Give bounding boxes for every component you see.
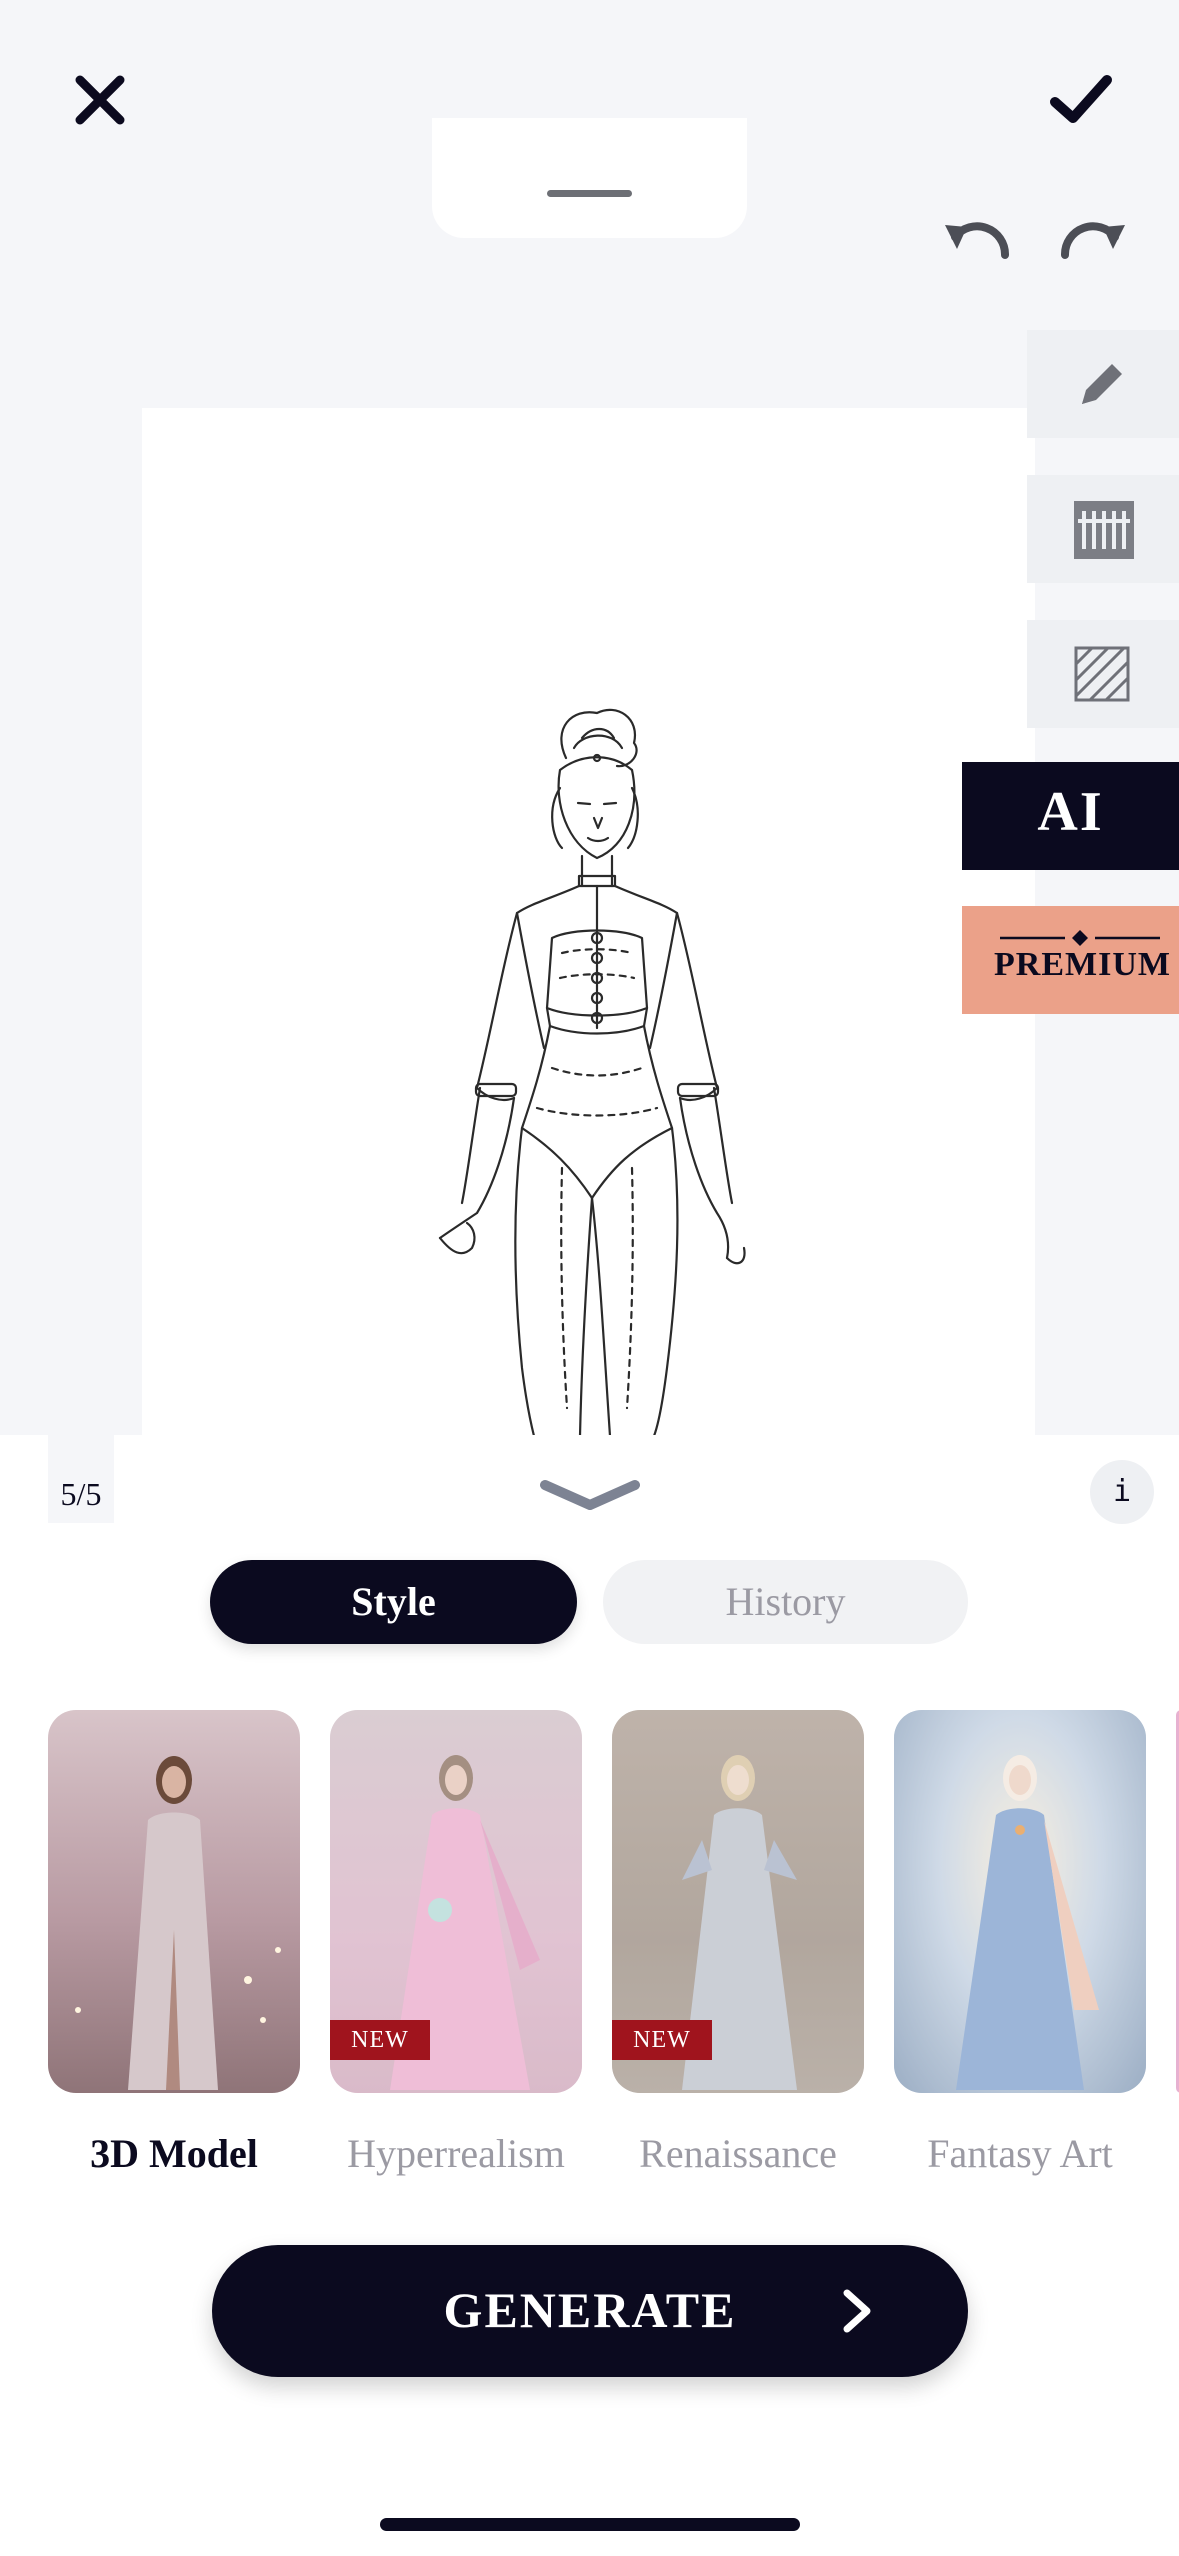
style-label-renaissance: Renaissance [639, 2131, 837, 2176]
style-label-hyperrealism: Hyperrealism [347, 2131, 565, 2176]
premium-tab-label: PREMIUM [994, 946, 1171, 983]
checkmark-icon [1050, 75, 1112, 123]
redo-button[interactable] [1055, 205, 1135, 275]
style-label-fantasy-art: Fantasy Art [927, 2131, 1113, 2176]
diamond-icon [1000, 930, 1160, 946]
style-card-3d-model[interactable] [48, 1710, 300, 2093]
fabric-tool-tab[interactable] [1027, 475, 1179, 583]
tab-history[interactable]: History [603, 1560, 968, 1644]
pencil-icon [1082, 364, 1122, 404]
premium-tab[interactable]: PREMIUM [962, 906, 1179, 1014]
chevron-right-icon [843, 2289, 871, 2333]
pencil-tool-tab[interactable] [1027, 330, 1179, 438]
drawer-handle[interactable] [432, 118, 747, 238]
hatch-pattern-icon [1074, 646, 1130, 702]
close-icon [75, 75, 125, 125]
ai-tab[interactable]: AI [962, 762, 1179, 870]
home-indicator[interactable] [380, 2518, 800, 2531]
ai-tab-label: AI [1037, 781, 1104, 843]
collapse-sheet-button[interactable] [540, 1475, 640, 1515]
new-badge: NEW [612, 2020, 712, 2060]
chevron-down-icon [540, 1480, 640, 1510]
page-counter: 5/5 [48, 1435, 114, 1523]
style-card-fantasy-art[interactable] [894, 1710, 1146, 2093]
undo-icon [945, 222, 1010, 259]
tab-style[interactable]: Style [210, 1560, 577, 1644]
drawing-canvas[interactable] [142, 408, 1035, 1438]
generate-button[interactable]: GENERATE [212, 2245, 968, 2377]
undo-button[interactable] [935, 205, 1015, 275]
style-label-3d-model: 3D Model [90, 2131, 258, 2176]
style-card-renaissance[interactable]: NEW [612, 1710, 864, 2093]
pattern-tool-tab[interactable] [1027, 620, 1179, 728]
redo-icon [1060, 222, 1125, 259]
style-card-hyperrealism[interactable]: NEW [330, 1710, 582, 2093]
close-button[interactable] [60, 60, 140, 140]
confirm-button[interactable] [1035, 60, 1125, 140]
info-button[interactable]: i [1090, 1460, 1154, 1524]
new-badge: NEW [330, 2020, 430, 2060]
fashion-sketch [438, 708, 746, 1438]
fabric-icon [1074, 501, 1134, 559]
